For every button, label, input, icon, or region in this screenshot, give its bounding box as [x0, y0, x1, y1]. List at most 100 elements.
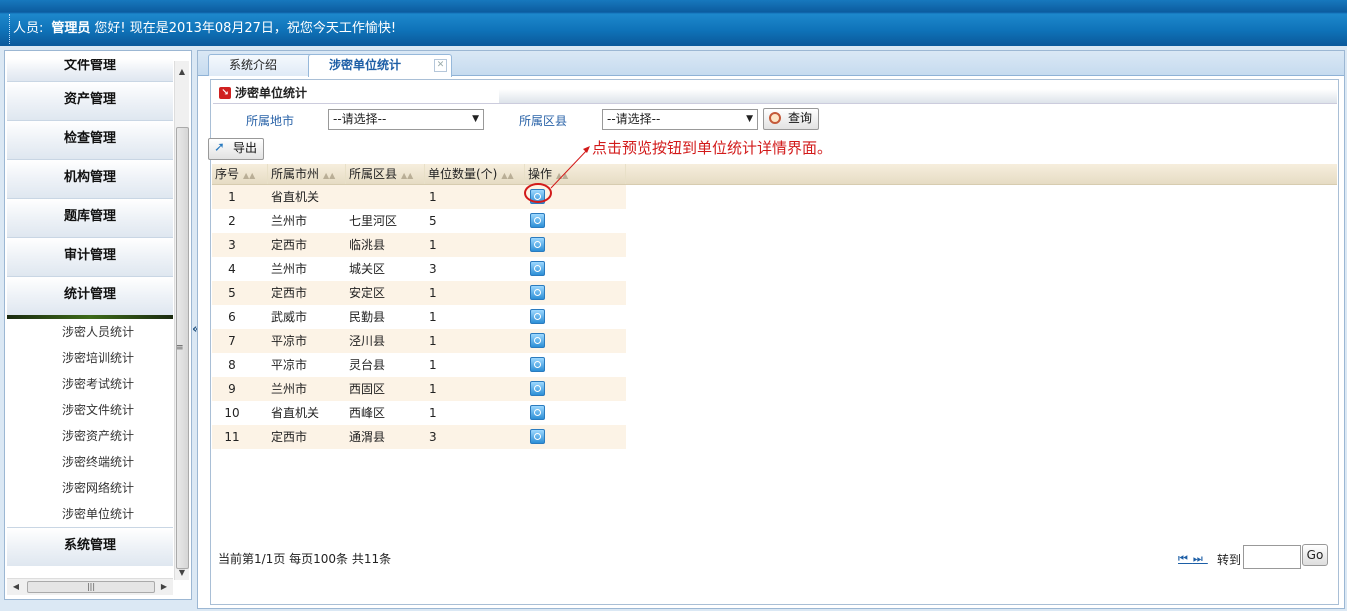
sidebar-vertical-scrollbar[interactable]: ▲ ≡ ▼: [174, 61, 189, 580]
row-number-cell: 10: [224, 406, 240, 420]
submenu-exam-stats[interactable]: 涉密考试统计: [7, 371, 173, 397]
submenu-network-stats[interactable]: 涉密网络统计: [7, 475, 173, 501]
city-select[interactable]: --请选择-- ▼: [328, 109, 484, 130]
submenu-asset-stats[interactable]: 涉密资产统计: [7, 423, 173, 449]
menu-audit-management[interactable]: 审计管理: [7, 237, 173, 276]
sidebar-menu: 文件管理 资产管理 检查管理 机构管理 题库管理 审计管理 统计管理 涉密人员统…: [7, 59, 173, 589]
county-cell: 西峰区: [349, 406, 386, 420]
table-row: 10 省直机关 西峰区 1: [212, 401, 626, 425]
statistics-submenu: 涉密人员统计 涉密培训统计 涉密考试统计 涉密文件统计 涉密资产统计 涉密终端统…: [7, 319, 173, 527]
preview-icon[interactable]: [530, 213, 545, 228]
preview-icon[interactable]: [530, 309, 545, 324]
table-row: 3 定西市 临洮县 1: [212, 233, 626, 257]
row-number-cell: 6: [228, 310, 236, 324]
row-number-cell: 2: [228, 214, 236, 228]
col-header-action[interactable]: 操作 ▲▲: [525, 164, 626, 184]
close-icon[interactable]: ✕: [434, 59, 447, 72]
submenu-personnel-stats[interactable]: 涉密人员统计: [7, 319, 173, 345]
preview-icon[interactable]: [530, 405, 545, 420]
main-area: 系统介绍 ✕ 涉密单位统计 ✕ ↘ 涉密单位统计 所属地市 --请选择-- ▼ …: [197, 50, 1345, 609]
query-button-label: 查询: [788, 111, 813, 125]
sidebar: 文件管理 资产管理 检查管理 机构管理 题库管理 审计管理 统计管理 涉密人员统…: [4, 50, 192, 600]
scroll-right-arrow-icon[interactable]: ▶: [157, 579, 171, 595]
row-number-cell: 11: [224, 430, 240, 444]
unit-count-cell: 1: [429, 406, 437, 420]
export-icon: ➚: [214, 140, 225, 155]
preview-icon[interactable]: [530, 261, 545, 276]
submenu-document-stats[interactable]: 涉密文件统计: [7, 397, 173, 423]
col-header-city[interactable]: 所属市州 ▲▲: [268, 164, 346, 184]
col-header-county[interactable]: 所属区县 ▲▲: [346, 164, 425, 184]
tab-unit-stats[interactable]: 涉密单位统计 ✕: [308, 54, 452, 77]
unit-count-cell: 3: [429, 430, 437, 444]
goto-page-input[interactable]: [1243, 545, 1301, 569]
preview-icon[interactable]: [530, 285, 545, 300]
menu-file-management[interactable]: 文件管理: [7, 59, 173, 81]
menu-inspection-management[interactable]: 检查管理: [7, 120, 173, 159]
preview-icon[interactable]: [530, 333, 545, 348]
table-row: 2 兰州市 七里河区 5: [212, 209, 626, 233]
first-page-icon[interactable]: ⏮: [1178, 552, 1193, 565]
panel-title: ↘ 涉密单位统计: [213, 83, 520, 104]
county-cell: 七里河区: [349, 214, 398, 228]
sort-icon: ▲▲: [501, 171, 514, 180]
preview-icon[interactable]: [530, 429, 545, 444]
title-arrow-icon: ↘: [219, 87, 231, 99]
menu-question-bank-management[interactable]: 题库管理: [7, 198, 173, 237]
preview-icon[interactable]: [530, 381, 545, 396]
county-label: 所属区县: [519, 114, 568, 128]
county-cell: 通渭县: [349, 430, 386, 444]
goto-label: 转到: [1217, 553, 1242, 567]
unit-count-cell: 1: [429, 286, 437, 300]
county-cell: 安定区: [349, 286, 386, 300]
submenu-terminal-stats[interactable]: 涉密终端统计: [7, 449, 173, 475]
sidebar-horizontal-scrollbar[interactable]: ◀ ||| ▶: [7, 578, 173, 595]
hscroll-thumb[interactable]: |||: [27, 581, 155, 593]
unit-count-cell: 1: [429, 334, 437, 348]
scroll-left-arrow-icon[interactable]: ◀: [9, 579, 23, 595]
export-button[interactable]: ➚ 导出: [208, 138, 265, 160]
unit-count-cell: 5: [429, 214, 437, 228]
menu-organization-management[interactable]: 机构管理: [7, 159, 173, 198]
county-select[interactable]: --请选择-- ▼: [602, 109, 758, 130]
pager-info: 当前第1/1页 每页100条 共11条: [218, 552, 392, 566]
col-header-no[interactable]: 序号 ▲▲: [212, 164, 268, 184]
title-stripe: [499, 89, 1337, 104]
row-number-cell: 8: [228, 358, 236, 372]
row-number-cell: 3: [228, 238, 236, 252]
greeting-message: 您好! 现在是2013年08月27日，祝您今天工作愉快!: [94, 21, 397, 36]
submenu-unit-stats[interactable]: 涉密单位统计: [7, 501, 173, 527]
menu-system-management[interactable]: 系统管理: [7, 527, 173, 566]
menu-asset-management[interactable]: 资产管理: [7, 81, 173, 120]
city-cell: 省直机关: [271, 406, 320, 420]
table-row: 1 省直机关 1: [212, 185, 626, 209]
county-cell: 西固区: [349, 382, 386, 396]
preview-icon[interactable]: [530, 189, 545, 204]
query-button[interactable]: 查询: [763, 108, 820, 130]
last-page-icon[interactable]: ⏭: [1193, 552, 1208, 565]
filter-bar: 所属地市 --请选择-- ▼ 所属区县 --请选择-- ▼ 查询: [211, 108, 1338, 134]
city-cell: 武威市: [271, 310, 308, 324]
city-label: 所属地市: [246, 114, 295, 128]
scroll-up-arrow-icon[interactable]: ▲: [175, 65, 189, 79]
row-number-cell: 9: [228, 382, 236, 396]
top-header: 人员: 管理员 您好! 现在是2013年08月27日，祝您今天工作愉快!: [0, 0, 1347, 46]
submenu-training-stats[interactable]: 涉密培训统计: [7, 345, 173, 371]
table-row: 9 兰州市 西固区 1: [212, 377, 626, 401]
table-row: 8 平凉市 灵台县 1: [212, 353, 626, 377]
tab-label: 涉密单位统计: [329, 58, 402, 72]
tab-bar: 系统介绍 ✕ 涉密单位统计 ✕: [198, 51, 1344, 77]
city-cell: 兰州市: [271, 262, 308, 276]
preview-icon[interactable]: [530, 357, 545, 372]
preview-icon[interactable]: [530, 237, 545, 252]
city-cell: 兰州市: [271, 214, 308, 228]
city-cell: 兰州市: [271, 382, 308, 396]
menu-statistics-management[interactable]: 统计管理: [7, 276, 173, 315]
table-row: 4 兰州市 城关区 3: [212, 257, 626, 281]
pager-nav: ⏮⏭: [1178, 552, 1208, 566]
panel-title-text: 涉密单位统计: [235, 86, 308, 100]
tab-label: 系统介绍: [229, 58, 278, 72]
go-button[interactable]: Go: [1302, 544, 1328, 566]
scroll-down-arrow-icon[interactable]: ▼: [175, 566, 189, 580]
col-header-count[interactable]: 单位数量(个) ▲▲: [425, 164, 525, 184]
